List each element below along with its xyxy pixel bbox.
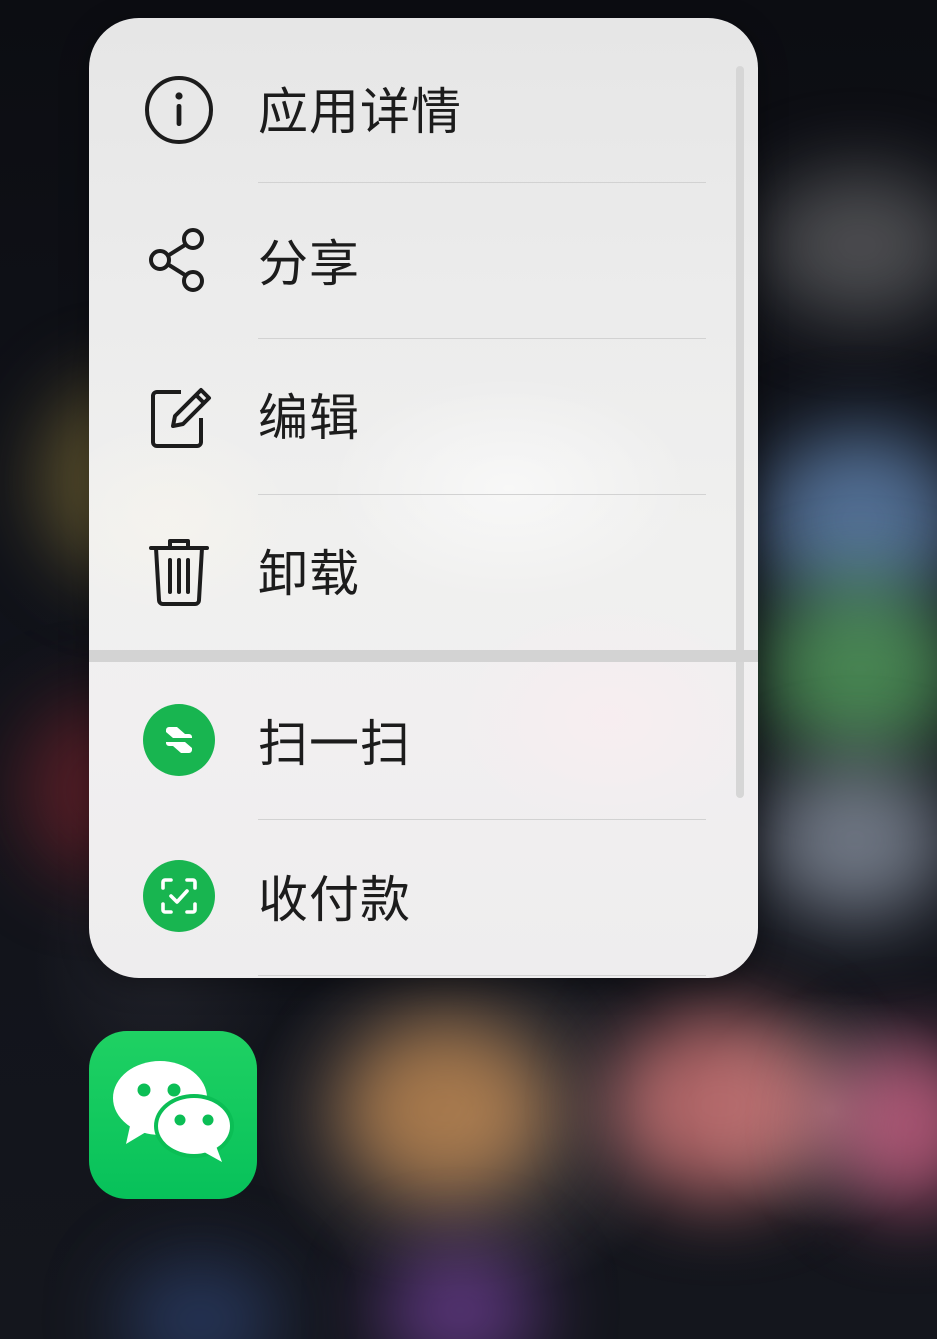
shortcut-scan[interactable]: 扫一扫 [89,662,758,818]
wechat-icon [108,1058,238,1172]
wechat-app-icon[interactable] [89,1031,257,1199]
app-context-menu: 应用详情 分享 编辑 卸载 扫一扫 收付款 [89,18,758,978]
menu-item-uninstall[interactable]: 卸载 [89,494,758,650]
scan-icon [143,704,215,776]
menu-item-edit[interactable]: 编辑 [89,338,758,494]
divider [258,975,706,976]
share-icon [143,224,215,296]
menu-item-label: 分享 [258,235,360,293]
menu-item-label: 编辑 [258,389,360,447]
info-circle-icon [143,74,215,146]
menu-item-share[interactable]: 分享 [89,182,758,338]
menu-item-label: 扫一扫 [258,715,411,773]
shortcut-payment[interactable]: 收付款 [89,818,758,974]
trash-icon [143,536,215,608]
payment-scan-icon [143,860,215,932]
edit-icon [143,380,215,452]
menu-item-label: 应用详情 [258,83,462,141]
menu-item-label: 收付款 [258,871,411,929]
menu-item-app-details[interactable]: 应用详情 [89,26,758,182]
menu-group-separator [89,650,758,662]
menu-item-label: 卸载 [258,545,360,603]
